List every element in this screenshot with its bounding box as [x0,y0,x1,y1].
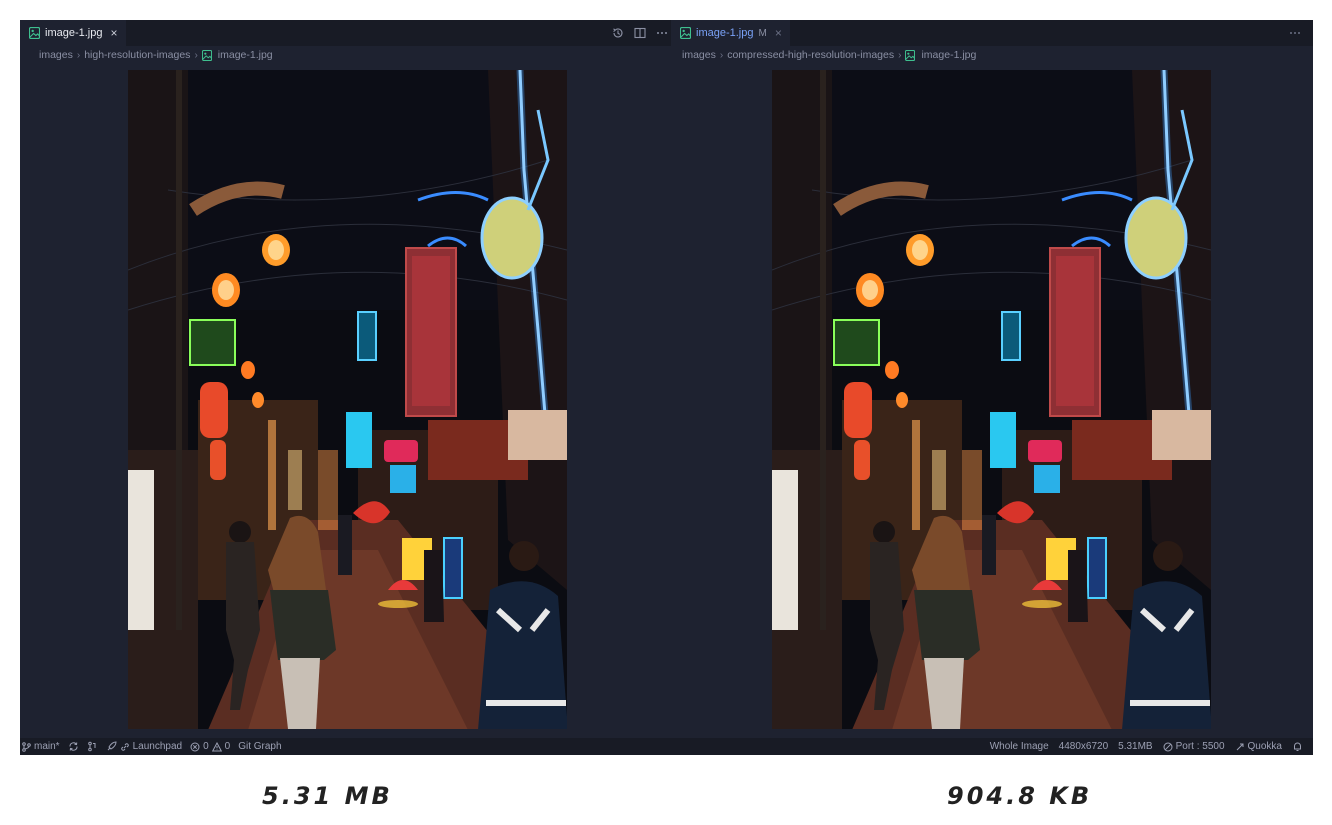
git-graph-item[interactable]: Git Graph [238,741,281,752]
quokka-label: Quokka [1247,741,1282,752]
launchpad-item[interactable]: Launchpad [106,741,183,752]
warning-count: 0 [224,741,231,752]
right-breadcrumb: images › compressed-high-resolution-imag… [671,46,1313,64]
notifications-bell-icon[interactable] [1292,741,1303,752]
problems-indicator[interactable]: 0 0 [190,741,230,752]
breadcrumb-root[interactable]: images [39,49,73,61]
chevron-right-icon: › [76,49,81,61]
branch-indicator[interactable]: main* [22,741,60,752]
image-file-icon [680,27,691,39]
chevron-right-icon: › [719,49,724,61]
original-size-caption: 5.31 MB [262,782,393,810]
image-file-icon [29,27,40,39]
git-branch-icon [22,741,31,752]
image-file-icon [202,50,212,61]
error-icon [190,742,200,751]
close-icon[interactable]: × [110,26,117,40]
left-tab-bar: image-1.jpg × [20,20,680,46]
breadcrumb-folder[interactable]: compressed-high-resolution-images [727,49,894,61]
zoom-level[interactable]: Whole Image [990,741,1049,752]
sync-icon[interactable] [68,741,79,752]
image-dimensions: 4480x6720 [1058,741,1109,752]
chevron-right-icon: › [898,49,902,61]
image-preview-compressed [772,70,1211,729]
close-icon[interactable]: × [775,26,782,40]
branch-name: main* [34,741,60,752]
more-actions-icon[interactable] [1289,27,1301,39]
left-editor-group: image-1.jpg × images › high-resolution-i… [20,20,680,738]
breadcrumb-folder[interactable]: high-resolution-images [84,49,190,61]
tab-image-1-compressed[interactable]: image-1.jpg M × [671,20,790,46]
vscode-window: image-1.jpg × images › high-resolution-i… [20,20,1313,755]
right-tab-bar: image-1.jpg M × [671,20,1313,46]
warning-icon [211,741,222,751]
tab-label: image-1.jpg [45,27,103,39]
live-server-port[interactable]: Port : 5500 [1163,741,1225,752]
image-preview-original [128,70,567,729]
link-icon [120,742,129,751]
image-filesize: 5.31MB [1118,741,1153,752]
compressed-size-caption: 904.8 KB [947,782,1093,810]
more-actions-icon[interactable] [656,27,668,39]
split-editor-icon[interactable] [634,27,646,39]
left-breadcrumb: images › high-resolution-images › image-… [20,46,680,64]
image-file-icon [905,50,915,61]
chevron-right-icon: › [194,49,198,61]
status-bar: main* Launchpad 0 0 Git Graph Whole Imag… [20,738,1313,755]
tab-image-1-original[interactable]: image-1.jpg × [20,20,126,46]
git-compare-icon[interactable] [87,741,98,752]
left-editor-actions [612,20,668,46]
error-count: 0 [203,741,209,752]
rocket-icon [107,741,117,751]
launchpad-label: Launchpad [132,741,183,752]
no-entry-icon [1163,742,1173,751]
right-editor-actions [1289,20,1301,46]
quokka-item[interactable]: Quokka [1235,741,1282,752]
right-editor-group: image-1.jpg M × images › compressed-high… [671,20,1313,738]
breadcrumb-root[interactable]: images [682,49,716,61]
tab-label: image-1.jpg [696,27,754,39]
breadcrumb-file[interactable]: image-1.jpg [218,49,273,61]
port-label: Port : 5500 [1175,741,1225,752]
history-icon[interactable] [612,27,624,39]
quokka-icon [1236,743,1244,750]
modified-badge: M [758,27,767,39]
breadcrumb-file[interactable]: image-1.jpg [921,49,976,61]
